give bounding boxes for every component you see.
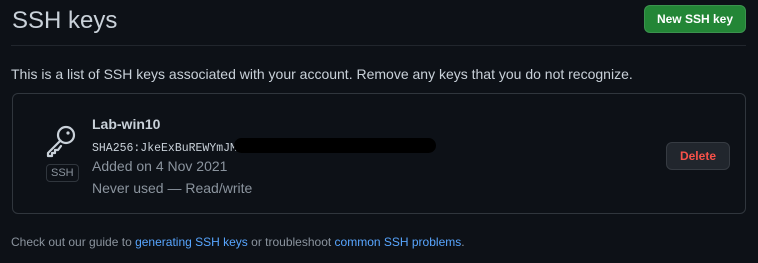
generating-ssh-keys-link[interactable]: generating SSH keys	[135, 235, 248, 249]
page-description: This is a list of SSH keys associated wi…	[11, 66, 633, 82]
key-icon-container: SSH	[43, 124, 79, 184]
delete-key-button[interactable]: Delete	[665, 142, 730, 170]
common-ssh-problems-link[interactable]: common SSH problems	[335, 235, 462, 249]
key-fingerprint-row: SHA256:JkeExBuREWYmJMt	[92, 138, 436, 155]
footer-text-before: Check out our guide to	[11, 235, 136, 249]
key-usage: Never used — Read/write	[92, 180, 253, 196]
page-title: SSH keys	[12, 7, 118, 34]
footer-text-middle: or troubleshoot	[247, 235, 335, 249]
redaction-bar	[234, 138, 436, 153]
page-header: SSH keys New SSH key	[11, 0, 746, 46]
new-ssh-key-button[interactable]: New SSH key	[643, 5, 746, 33]
key-added-date: Added on 4 Nov 2021	[92, 158, 228, 174]
footer-note: Check out our guide to generating SSH ke…	[11, 235, 465, 249]
footer-text-after: .	[461, 235, 465, 249]
key-type-badge: SSH	[46, 164, 79, 182]
ssh-key-card: SSH Lab-win10 SHA256:JkeExBuREWYmJMt Add…	[12, 93, 746, 214]
key-fingerprint: SHA256:JkeExBuREWYmJMt	[92, 142, 244, 155]
key-icon	[46, 125, 76, 158]
key-title: Lab-win10	[92, 116, 161, 132]
